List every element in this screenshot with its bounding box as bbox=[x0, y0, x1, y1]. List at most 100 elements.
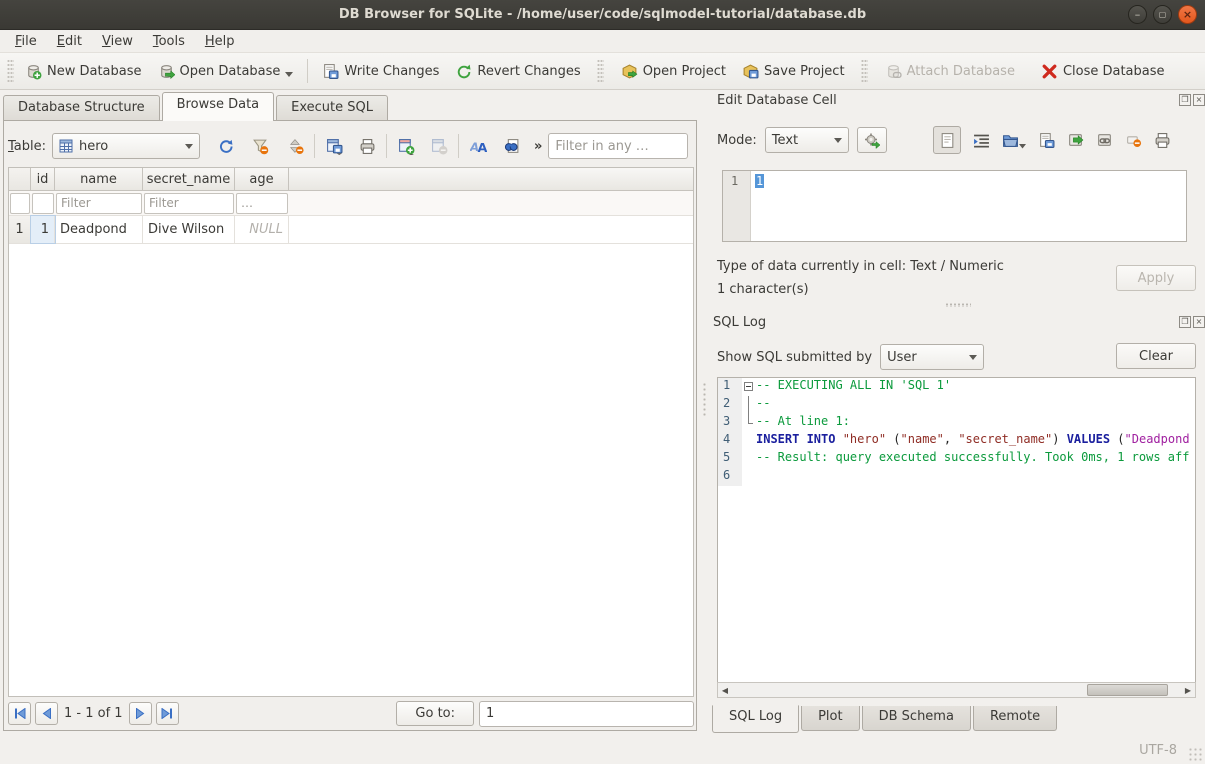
edit-cell-panel-title: Edit Database Cell bbox=[717, 93, 837, 108]
pane-splitter[interactable] bbox=[700, 92, 710, 732]
tab-browse-data[interactable]: Browse Data bbox=[162, 92, 275, 121]
dock-tab-plot[interactable]: Plot bbox=[801, 706, 860, 731]
global-filter-input[interactable] bbox=[548, 133, 688, 159]
title-bar[interactable]: DB Browser for SQLite - /home/user/code/… bbox=[0, 0, 1205, 30]
show-sql-select[interactable]: User bbox=[880, 344, 984, 370]
insert-record-button[interactable] bbox=[393, 133, 419, 159]
filter-input-id[interactable] bbox=[32, 193, 54, 214]
save-project-button[interactable]: Save Project bbox=[734, 58, 853, 85]
sql-log-view[interactable]: 1-- EXECUTING ALL IN 'SQL 1'2--3-- At li… bbox=[717, 377, 1196, 698]
apply-format-button[interactable] bbox=[857, 127, 887, 153]
sql-log-panel-buttons: ❐ × bbox=[1179, 316, 1205, 328]
column-header-age[interactable]: age bbox=[235, 168, 289, 190]
menu-bar: File Edit View Tools Help bbox=[0, 30, 1205, 53]
grid-corner[interactable] bbox=[9, 168, 31, 190]
filter-input-age[interactable] bbox=[236, 193, 288, 214]
main-tab-bar: Database Structure Browse Data Execute S… bbox=[3, 92, 390, 121]
fold-marker-icon[interactable] bbox=[744, 382, 753, 391]
attach-database-button: Attach Database bbox=[877, 58, 1023, 85]
row-number[interactable]: 1 bbox=[9, 216, 31, 243]
menu-help[interactable]: Help bbox=[196, 32, 244, 51]
menu-file[interactable]: File bbox=[6, 32, 46, 51]
column-header-secret-name[interactable]: secret_name bbox=[143, 168, 235, 190]
cell-id[interactable]: 1 bbox=[31, 216, 55, 243]
main-toolbar: New Database Open Database Write Changes bbox=[0, 53, 1205, 90]
cell-secret-name[interactable]: Dive Wilson bbox=[143, 216, 235, 243]
goto-button[interactable]: Go to: bbox=[396, 701, 474, 726]
clear-sorting-button[interactable] bbox=[282, 133, 308, 159]
first-record-button[interactable] bbox=[8, 702, 31, 725]
filter-input-name[interactable] bbox=[56, 193, 142, 214]
write-changes-button[interactable]: Write Changes bbox=[314, 58, 447, 85]
cell-editor-content[interactable]: 1 bbox=[755, 174, 764, 188]
clear-log-button[interactable]: Clear bbox=[1116, 343, 1196, 369]
tab-database-structure[interactable]: Database Structure bbox=[3, 95, 160, 121]
cell-age[interactable]: NULL bbox=[235, 216, 289, 243]
clear-sorting-icon bbox=[287, 138, 304, 155]
dock-splitter-handle[interactable] bbox=[945, 303, 971, 307]
open-project-button[interactable]: Open Project bbox=[613, 58, 734, 85]
print-button[interactable] bbox=[354, 133, 380, 159]
close-panel-icon[interactable]: × bbox=[1193, 94, 1205, 106]
mode-select[interactable]: Text bbox=[765, 127, 849, 153]
maximize-button[interactable]: ▢ bbox=[1153, 5, 1172, 24]
close-database-button[interactable]: Close Database bbox=[1033, 58, 1173, 85]
new-database-button[interactable]: New Database bbox=[17, 58, 150, 85]
dock-tab-db-schema[interactable]: DB Schema bbox=[862, 706, 971, 731]
save-table-button[interactable] bbox=[321, 133, 347, 159]
delete-record-icon bbox=[431, 138, 448, 155]
column-header-name[interactable]: name bbox=[55, 168, 143, 190]
grid-filter-row bbox=[9, 191, 693, 216]
chevron-down-icon bbox=[969, 355, 977, 360]
open-database-button[interactable]: Open Database bbox=[150, 58, 302, 85]
open-in-app-button[interactable] bbox=[1067, 132, 1084, 149]
scrollbar-thumb[interactable] bbox=[1087, 684, 1168, 696]
revert-changes-button[interactable]: Revert Changes bbox=[447, 58, 588, 85]
import-cell-button[interactable] bbox=[1002, 132, 1026, 149]
dock-tab-remote[interactable]: Remote bbox=[973, 706, 1057, 731]
clear-filters-button[interactable] bbox=[247, 133, 273, 159]
column-header-id[interactable]: id bbox=[31, 168, 55, 190]
prev-record-icon bbox=[42, 708, 52, 719]
find-in-cell-button[interactable] bbox=[498, 133, 524, 159]
scroll-left-icon[interactable]: ◀ bbox=[718, 683, 732, 697]
dock-tab-sql-log[interactable]: SQL Log bbox=[712, 705, 799, 733]
export-cell-button[interactable] bbox=[1038, 132, 1055, 149]
scrollbar-track[interactable] bbox=[732, 683, 1181, 697]
toolbar-grip[interactable] bbox=[7, 59, 14, 83]
close-button[interactable]: × bbox=[1178, 5, 1197, 24]
toolbar-grip[interactable] bbox=[597, 59, 604, 83]
sql-log-hscrollbar[interactable]: ◀ ▶ bbox=[717, 682, 1196, 698]
cell-name[interactable]: Deadpond bbox=[55, 216, 143, 243]
cell-editor[interactable]: 1 1 bbox=[722, 170, 1187, 242]
scroll-right-icon[interactable]: ▶ bbox=[1181, 683, 1195, 697]
resize-grip[interactable] bbox=[1188, 747, 1202, 761]
next-record-button[interactable] bbox=[129, 702, 152, 725]
set-null-button[interactable] bbox=[1125, 132, 1142, 149]
close-panel-icon[interactable]: × bbox=[1193, 316, 1205, 328]
toolbar-grip[interactable] bbox=[861, 59, 868, 83]
window-title: DB Browser for SQLite - /home/user/code/… bbox=[339, 7, 866, 22]
word-wrap-button[interactable] bbox=[933, 126, 961, 154]
last-record-button[interactable] bbox=[156, 702, 179, 725]
prev-record-button[interactable] bbox=[35, 702, 58, 725]
print-cell-button[interactable] bbox=[1154, 132, 1171, 149]
toolbar-overflow-chevron[interactable]: » bbox=[534, 139, 542, 154]
menu-tools[interactable]: Tools bbox=[144, 32, 194, 51]
filter-input-secret-name[interactable] bbox=[144, 193, 234, 214]
goto-input[interactable] bbox=[479, 701, 694, 727]
float-panel-icon[interactable]: ❐ bbox=[1179, 316, 1191, 328]
chevron-down-icon bbox=[834, 138, 842, 143]
table-select[interactable]: hero bbox=[52, 133, 200, 159]
menu-edit[interactable]: Edit bbox=[48, 32, 91, 51]
font-format-button[interactable]: A A bbox=[465, 133, 491, 159]
refresh-button[interactable] bbox=[212, 133, 238, 159]
link-button[interactable] bbox=[1096, 132, 1113, 149]
float-panel-icon[interactable]: ❐ bbox=[1179, 94, 1191, 106]
minimize-button[interactable]: – bbox=[1128, 5, 1147, 24]
tab-execute-sql[interactable]: Execute SQL bbox=[276, 95, 388, 121]
filter-input-rownum[interactable] bbox=[10, 193, 30, 214]
record-range-label: 1 - 1 of 1 bbox=[64, 706, 123, 721]
menu-view[interactable]: View bbox=[93, 32, 142, 51]
indent-icon[interactable] bbox=[973, 132, 990, 149]
